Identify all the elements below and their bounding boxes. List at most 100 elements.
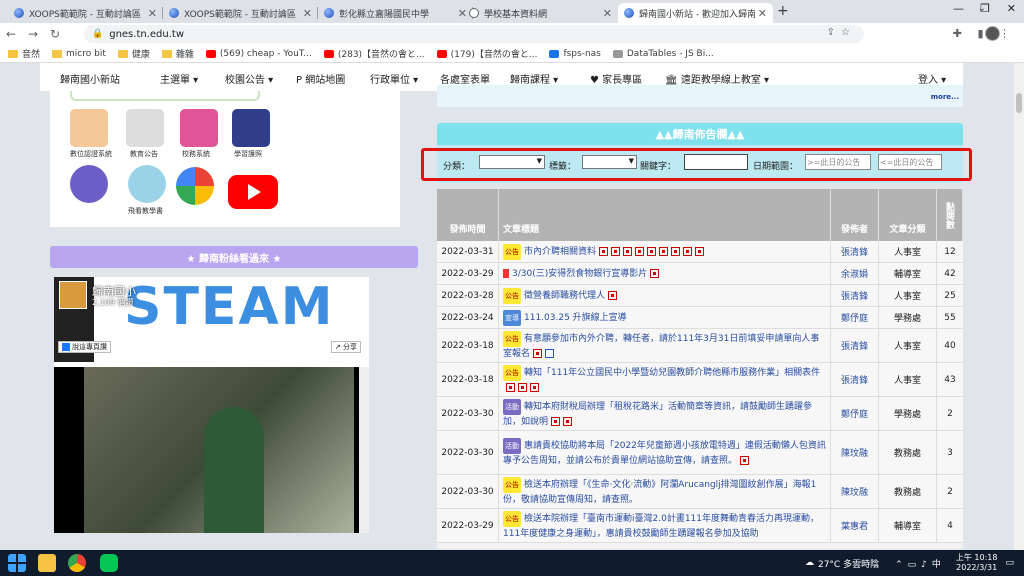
table-row[interactable]: 2022-03-24 宣導 111.03.25 升旗線上宣導 鄭伃庭 學務處 55 [437, 307, 963, 329]
row-author[interactable]: 張清鋒 [831, 363, 879, 396]
col-hits[interactable]: 點閱數 [937, 189, 963, 241]
close-icon[interactable]: ✕ [303, 7, 312, 20]
close-icon[interactable]: ✕ [758, 7, 767, 20]
nav-site-home[interactable]: 歸南國小新站 [60, 71, 120, 86]
browser-tab[interactable]: XOOPS範範院 - 互動討論區 ✕ [163, 3, 318, 23]
row-title-link[interactable]: 徵營養師職務代理人 [524, 291, 605, 301]
row-title-link[interactable]: 檢送本府辦理「《生命·文化·流動》阿瀾Arucanglj排灣圖紋創作展」海報1份… [503, 480, 816, 505]
fb-share-button[interactable]: ↗ 分享 [330, 341, 361, 353]
row-title-link[interactable]: 轉知「111年公立國民中小學暨幼兒園教師介聘他縣市服務作業」相關表件 [524, 368, 820, 378]
row-title-link[interactable]: 3/30(三)安得烈食物銀行宣導影片 [512, 269, 647, 279]
new-tab-icon[interactable]: + [777, 3, 789, 19]
table-row[interactable]: 2022-03-29 公告 檢送本院辦理「臺南市運動i臺灣2.0計畫111年度舞動青… [437, 509, 963, 543]
tray-icons[interactable]: ⌃▭♪中 [895, 557, 946, 570]
nav-announcements[interactable]: 校園公告 ▾ [225, 71, 273, 86]
row-title-link[interactable]: 111.03.25 升旗線上宣導 [524, 313, 627, 323]
bookmark-item[interactable]: 音然 [8, 47, 40, 60]
clock[interactable]: 上午 10:18 2022/3/31 [956, 553, 998, 573]
back-icon[interactable]: ← [0, 27, 22, 41]
facebook-cover[interactable]: STEAM 歸南國小 2,109 個讚 說這專頁讚 ↗ 分享 [54, 277, 369, 362]
pdf-icon[interactable] [608, 290, 618, 300]
close-window-icon[interactable]: ✕ [1007, 2, 1016, 15]
pdf-icon[interactable] [623, 246, 633, 256]
table-row[interactable]: 2022-03-30 公告 檢送本府辦理「《生命·文化·流動》阿瀾Arucanglj… [437, 475, 963, 509]
table-row[interactable]: 2022-03-31 公告 市內介聘相關資料 張清鋒 人事室 12 [437, 241, 963, 263]
doc-icon[interactable] [545, 348, 555, 358]
fb-like-button[interactable]: 說這專頁讚 [58, 341, 111, 353]
bookmark-item[interactable]: (283)【音然の會と... [323, 47, 425, 60]
scroll-thumb[interactable] [1016, 93, 1022, 113]
page-scrollbar[interactable] [1014, 63, 1024, 550]
line-icon[interactable] [100, 554, 118, 572]
robot-icon[interactable] [128, 165, 166, 203]
lock-icon[interactable]: 🔒 [92, 29, 103, 39]
browser-tab-active[interactable]: 歸南國小新站 - 歡迎加入歸南大家庭✕ [618, 3, 773, 23]
nav-parents[interactable]: ♥ 家長專區 [590, 71, 642, 86]
row-author[interactable]: 張清鋒 [831, 285, 879, 306]
pdf-icon[interactable] [533, 348, 543, 358]
windows-start-icon[interactable] [8, 554, 26, 572]
row-author[interactable]: 陳玟融 [831, 475, 879, 508]
browser-tab[interactable]: 學校基本資料網 ✕ [463, 3, 618, 23]
close-icon[interactable]: ✕ [148, 7, 157, 20]
pdf-icon[interactable] [635, 246, 645, 256]
pdf-icon[interactable] [647, 246, 657, 256]
notification-icon[interactable]: ▭ [1005, 558, 1014, 568]
table-row[interactable]: 2022-03-30 活動 惠請貴校協助將本局「2022年兒童節週小孩放電特週」連假… [437, 431, 963, 475]
bookmark-item[interactable]: (179)【音然の會と... [436, 47, 537, 60]
row-title-link[interactable]: 檢送本院辦理「臺南市運動i臺灣2.0計畫111年度舞動青春活力再現運動，111年… [503, 514, 819, 539]
weather-text[interactable]: 27°C 多雲時陰 [818, 557, 879, 570]
pdf-icon[interactable] [671, 246, 681, 256]
bookmark-item[interactable]: 健康 [117, 47, 150, 60]
pdf-icon[interactable] [551, 416, 561, 426]
chrome-icon[interactable] [68, 554, 86, 572]
nav-curriculum[interactable]: 歸南課程 ▾ [510, 71, 558, 86]
row-author[interactable]: 余淑娟 [831, 263, 879, 284]
row-author[interactable]: 鄭伃庭 [831, 307, 879, 328]
bookmark-item[interactable]: 雜雜 [161, 47, 194, 60]
file-explorer-icon[interactable] [38, 554, 56, 572]
table-row[interactable]: 2022-03-28 公告 徵營養師職務代理人 張清鋒 人事室 25 [437, 285, 963, 307]
google-photos-icon[interactable] [176, 167, 214, 205]
pdf-icon[interactable] [611, 246, 621, 256]
row-author[interactable]: 鄭伃庭 [831, 397, 879, 430]
youtube-icon[interactable] [228, 175, 278, 209]
row-author[interactable]: 陳玟融 [831, 431, 879, 474]
nav-sitemap[interactable]: P 網站地圖 [296, 71, 345, 86]
3d-icon[interactable] [70, 165, 108, 203]
row-author[interactable]: 張清鋒 [831, 329, 879, 362]
maximize-icon[interactable]: ❐ [980, 2, 990, 15]
pdf-icon[interactable] [659, 246, 669, 256]
close-icon[interactable]: ✕ [603, 7, 612, 20]
share-star-icons[interactable]: ⇪☆ [827, 27, 856, 38]
book-icon[interactable] [232, 109, 270, 147]
nav-main-menu[interactable]: 主選單 ▾ [160, 71, 198, 86]
row-title-link[interactable]: 惠請貴校協助將本局「2022年兒童節週小孩放電特週」連假活動懶人包資訊專予公告周… [503, 441, 826, 466]
table-row[interactable]: 2022-03-18 公告 轉知「111年公立國民中小學暨幼兒園教師介聘他縣市服務作… [437, 363, 963, 397]
row-author[interactable]: 葉惠君 [831, 509, 879, 542]
col-author[interactable]: 發佈者 [831, 189, 879, 241]
table-row[interactable]: 2022-03-18 公告 有意願參加市內外介聘，轉任者，請於111年3月31日前填… [437, 329, 963, 363]
row-title-link[interactable]: 市內介聘相關資料 [524, 247, 596, 257]
pdf-icon[interactable] [695, 246, 705, 256]
row-author[interactable]: 張清鋒 [831, 241, 879, 262]
bookmark-item[interactable]: fsps-nas [549, 49, 601, 59]
pdf-icon[interactable] [599, 246, 609, 256]
avatar[interactable] [59, 281, 87, 309]
col-title[interactable]: 文章標題 [499, 189, 831, 241]
url-input[interactable]: 🔒 gnes.tn.edu.tw ⇪☆ [84, 25, 864, 43]
bookmark-item[interactable]: micro bit [52, 49, 106, 59]
minimize-icon[interactable]: — [953, 2, 964, 15]
pdf-icon[interactable] [530, 382, 539, 392]
pdf-icon[interactable] [506, 382, 515, 392]
col-date[interactable]: 發佈時間 [437, 189, 499, 241]
kids-icon[interactable] [70, 109, 108, 147]
nav-remote-class[interactable]: 🏛 遠距教學線上教室 ▾ [665, 71, 769, 86]
backpack-icon[interactable] [180, 109, 218, 147]
reload-icon[interactable]: ↻ [44, 27, 66, 41]
pdf-icon[interactable] [518, 382, 527, 392]
bookmark-item[interactable]: (569) cheap - YouT... [205, 49, 312, 59]
video-player[interactable] [54, 367, 369, 533]
nav-forms[interactable]: 各處室表單 [440, 71, 490, 86]
nav-login[interactable]: 登入 ▾ [918, 71, 946, 86]
